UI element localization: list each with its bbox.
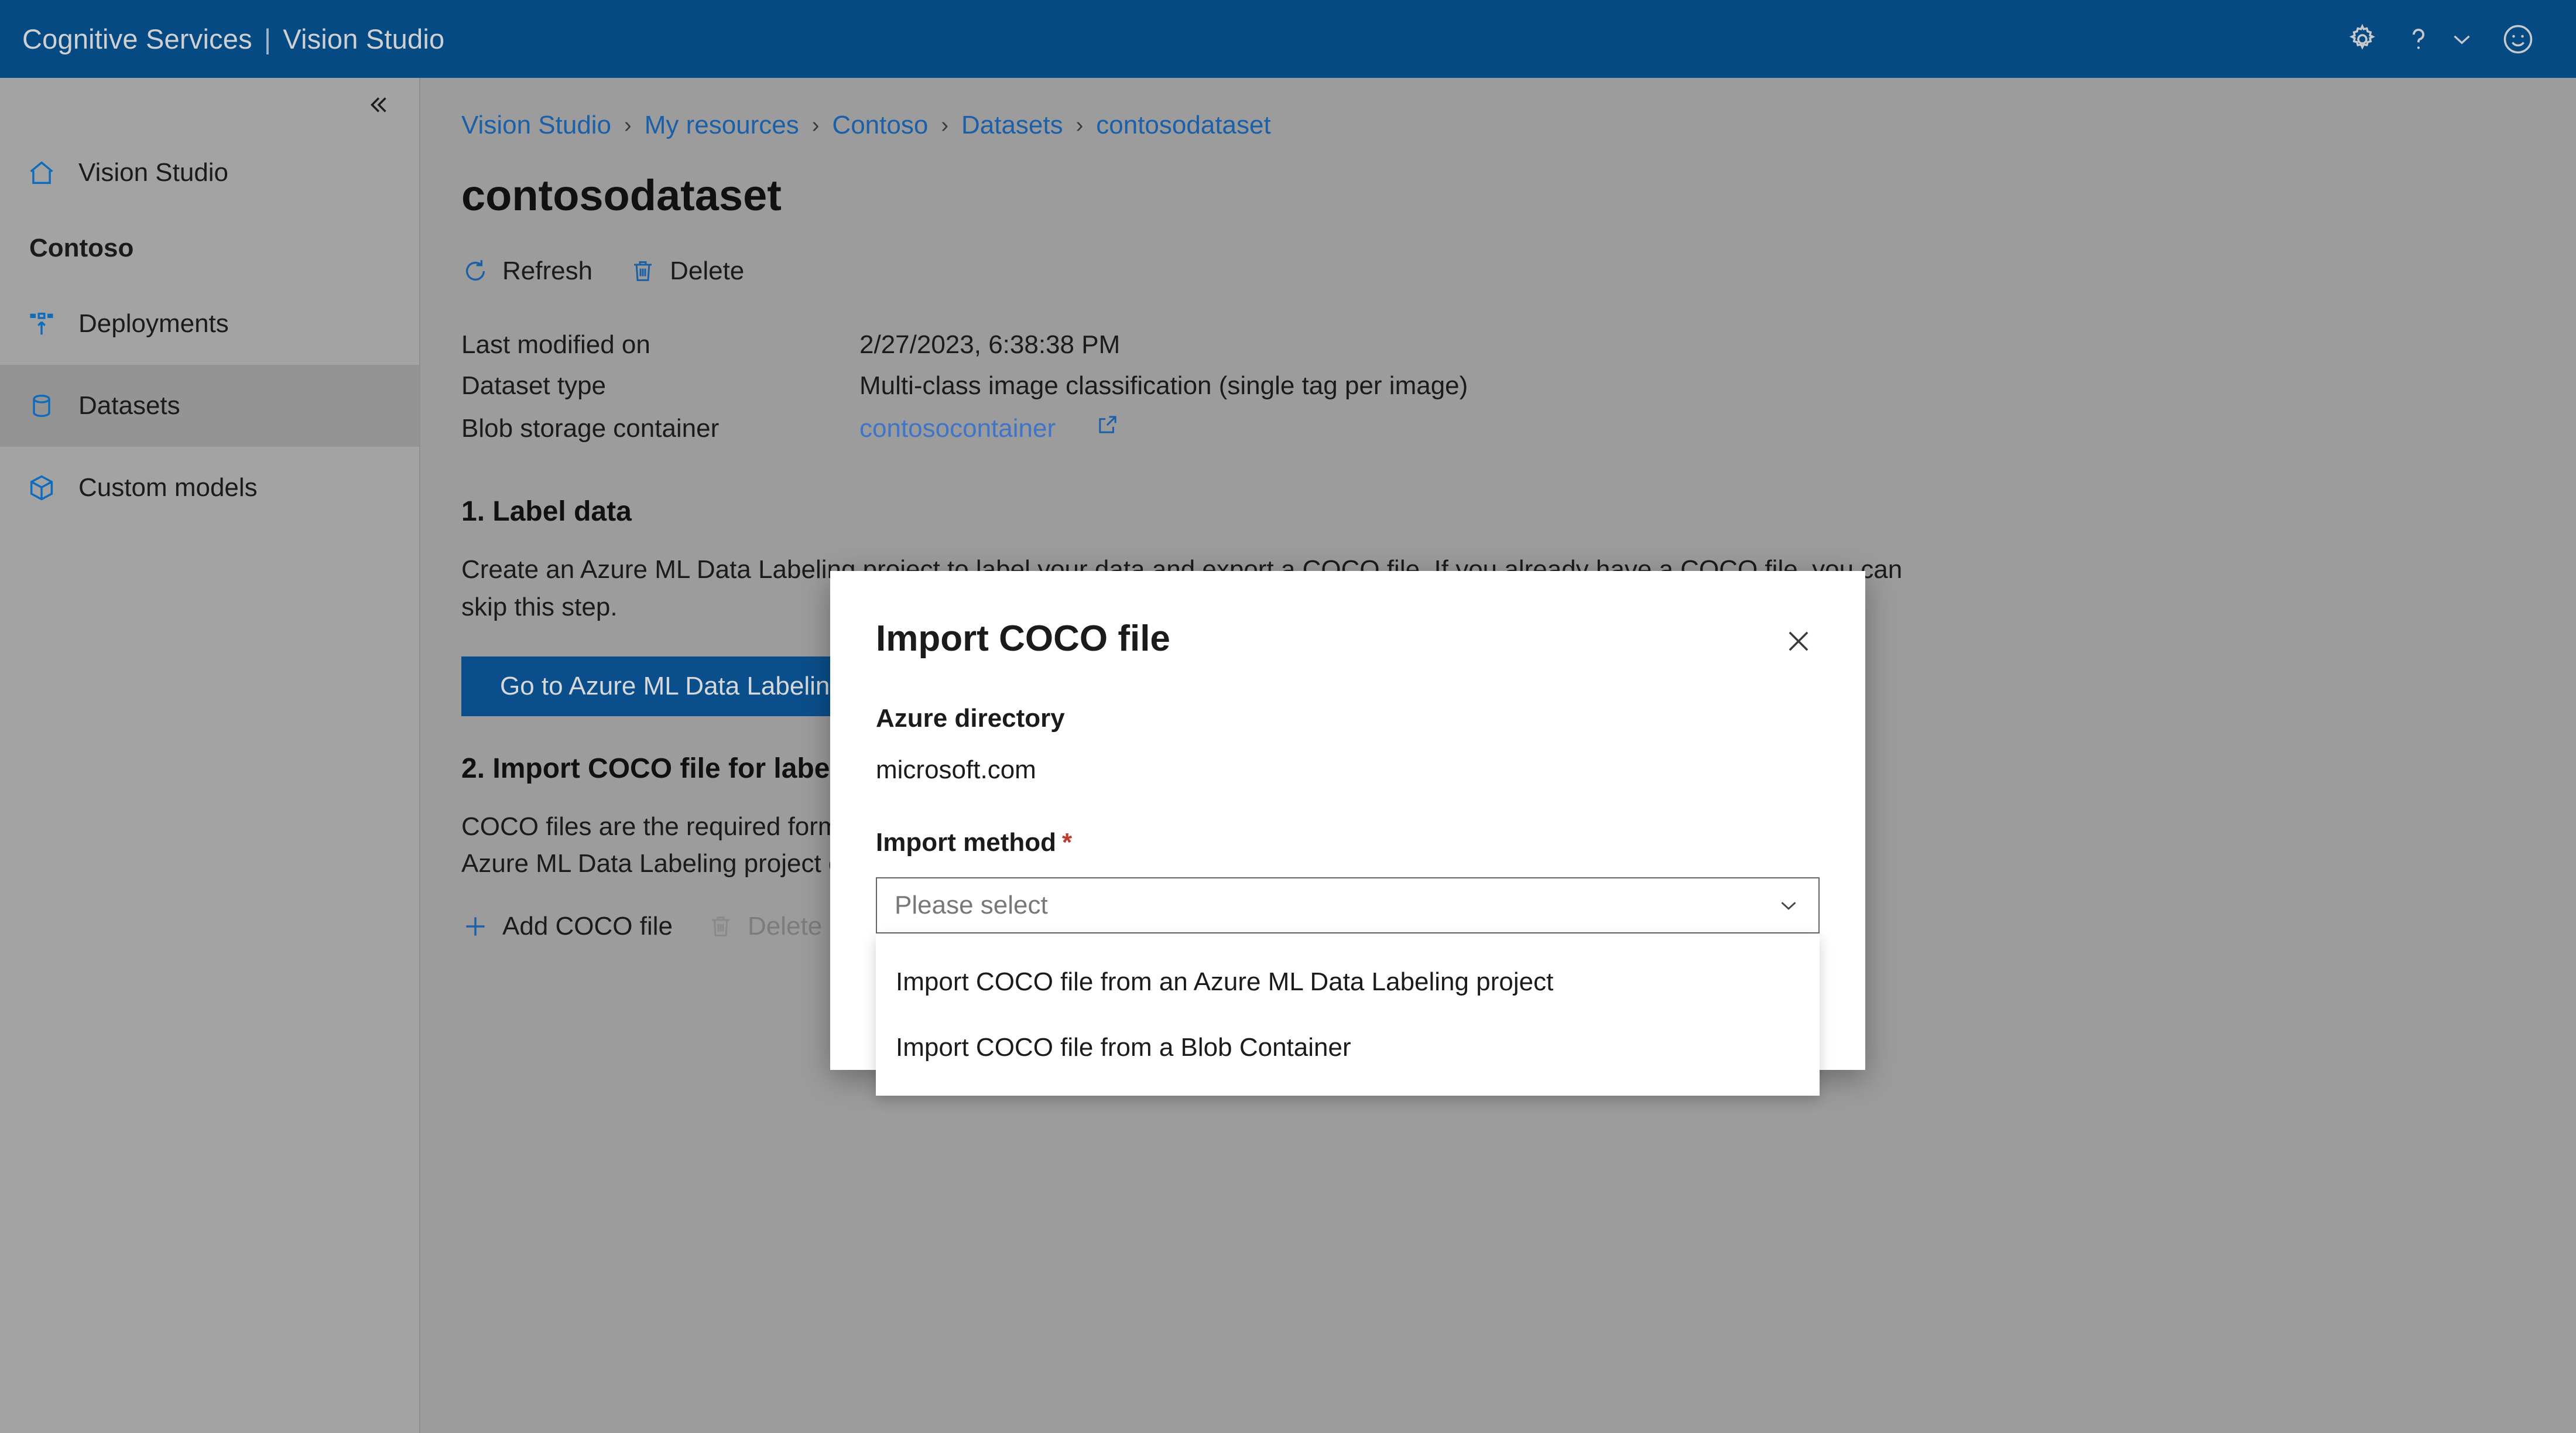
command-bar: Refresh Delete [461,256,2576,286]
sidebar-item-label: Deployments [78,309,229,338]
metadata-row: Blob storage container contosocontainer [461,412,2576,453]
delete-button[interactable]: Delete [629,256,744,286]
import-method-placeholder: Please select [895,891,1048,919]
delete-coco-file-label: Delete [747,912,823,941]
breadcrumb-item-my-resources[interactable]: My resources [645,111,799,140]
delete-label: Delete [670,256,745,285]
close-icon[interactable] [1782,625,1815,661]
azure-directory-label: Azure directory [876,704,1065,733]
home-icon [26,158,57,188]
dropdown-option-azure-ml-data-labeling[interactable]: Import COCO file from an Azure ML Data L… [876,949,1820,1015]
dialog-title: Import COCO file [876,618,1170,659]
sidebar-item-custom-models[interactable]: Custom models [0,447,419,529]
sidebar-item-deployments[interactable]: Deployments [0,283,419,365]
brand-title: Cognitive Services | Vision Studio [22,23,444,55]
trash-icon [707,912,735,940]
import-method-label-text: Import method [876,828,1056,857]
breadcrumb-item-contosodataset[interactable]: contosodataset [1096,111,1270,140]
external-link-icon[interactable] [1095,412,1120,437]
chevron-down-icon[interactable] [2440,0,2483,78]
collapse-sidebar-button[interactable] [364,91,391,118]
chevron-down-icon [1775,892,1802,919]
metadata-key: Last modified on [461,330,650,359]
dropdown-option-blob-container[interactable]: Import COCO file from a Blob Container [876,1015,1820,1080]
breadcrumb-item-datasets[interactable]: Datasets [961,111,1063,140]
top-app-bar: Cognitive Services | Vision Studio [0,0,2576,78]
add-coco-file-label: Add COCO file [502,912,673,941]
required-asterisk: * [1061,828,1073,857]
gear-icon[interactable] [2328,0,2397,78]
breadcrumb-item-vision-studio[interactable]: Vision Studio [461,111,611,140]
import-method-dropdown: Import COCO file from an Azure ML Data L… [876,934,1820,1096]
metadata-value: 2/27/2023, 6:38:38 PM [859,330,1121,359]
metadata-key: Blob storage container [461,414,720,443]
sidebar-group-title: Contoso [29,234,134,262]
brand-product: Cognitive Services [22,23,252,54]
breadcrumb-separator-icon: › [941,112,948,138]
breadcrumb-separator-icon: › [624,112,632,138]
smiley-icon[interactable] [2483,0,2553,78]
sidebar: Vision Studio Contoso Deployments Datase… [0,78,420,1433]
import-coco-file-dialog: Import COCO file Azure directory microso… [830,571,1865,1096]
sidebar-item-label: Datasets [78,391,180,420]
section1-title: 1. Label data [461,496,632,527]
azure-directory-value: microsoft.com [876,755,1036,784]
metadata-row: Last modified on 2/27/2023, 6:38:38 PM [461,330,2576,371]
top-bar-actions [2328,0,2576,78]
blob-container-link[interactable]: contosocontainer [859,414,1056,443]
refresh-button[interactable]: Refresh [461,256,592,286]
refresh-icon [461,257,489,285]
plus-icon [461,912,489,940]
go-to-azure-ml-data-labeling-button[interactable]: Go to Azure ML Data Labeling [461,656,883,716]
metadata-row: Dataset type Multi-class image classific… [461,371,2576,412]
sidebar-item-datasets[interactable]: Datasets [0,365,419,447]
sidebar-item-label: Custom models [78,473,258,502]
sidebar-item-label: Vision Studio [78,158,229,187]
sidebar-collapse-row [0,78,419,132]
page-title: contosodataset [461,171,782,220]
import-method-label: Import method * [876,828,1820,857]
breadcrumb-item-contoso[interactable]: Contoso [832,111,928,140]
breadcrumb: Vision Studio › My resources › Contoso ›… [461,111,2576,140]
metadata-key: Dataset type [461,371,607,400]
dialog-header: Import COCO file [830,571,1865,661]
database-icon [26,391,57,421]
add-coco-file-button[interactable]: Add COCO file [461,912,673,941]
metadata-value: Multi-class image classification (single… [859,371,1468,400]
sidebar-item-vision-studio[interactable]: Vision Studio [0,132,419,214]
refresh-label: Refresh [502,256,593,285]
brand-app: Vision Studio [283,23,445,54]
deployments-icon [26,309,57,339]
brand-divider: | [263,23,272,54]
dataset-metadata: Last modified on 2/27/2023, 6:38:38 PM D… [461,330,2576,453]
dialog-body: Azure directory microsoft.com Import met… [830,704,1865,933]
delete-coco-file-button: Delete [707,912,822,941]
trash-icon [629,257,657,285]
breadcrumb-separator-icon: › [811,112,820,138]
question-icon[interactable] [2397,0,2440,78]
cube-icon [26,473,57,503]
import-method-select[interactable]: Please select [876,877,1820,933]
breadcrumb-separator-icon: › [1075,112,1084,138]
